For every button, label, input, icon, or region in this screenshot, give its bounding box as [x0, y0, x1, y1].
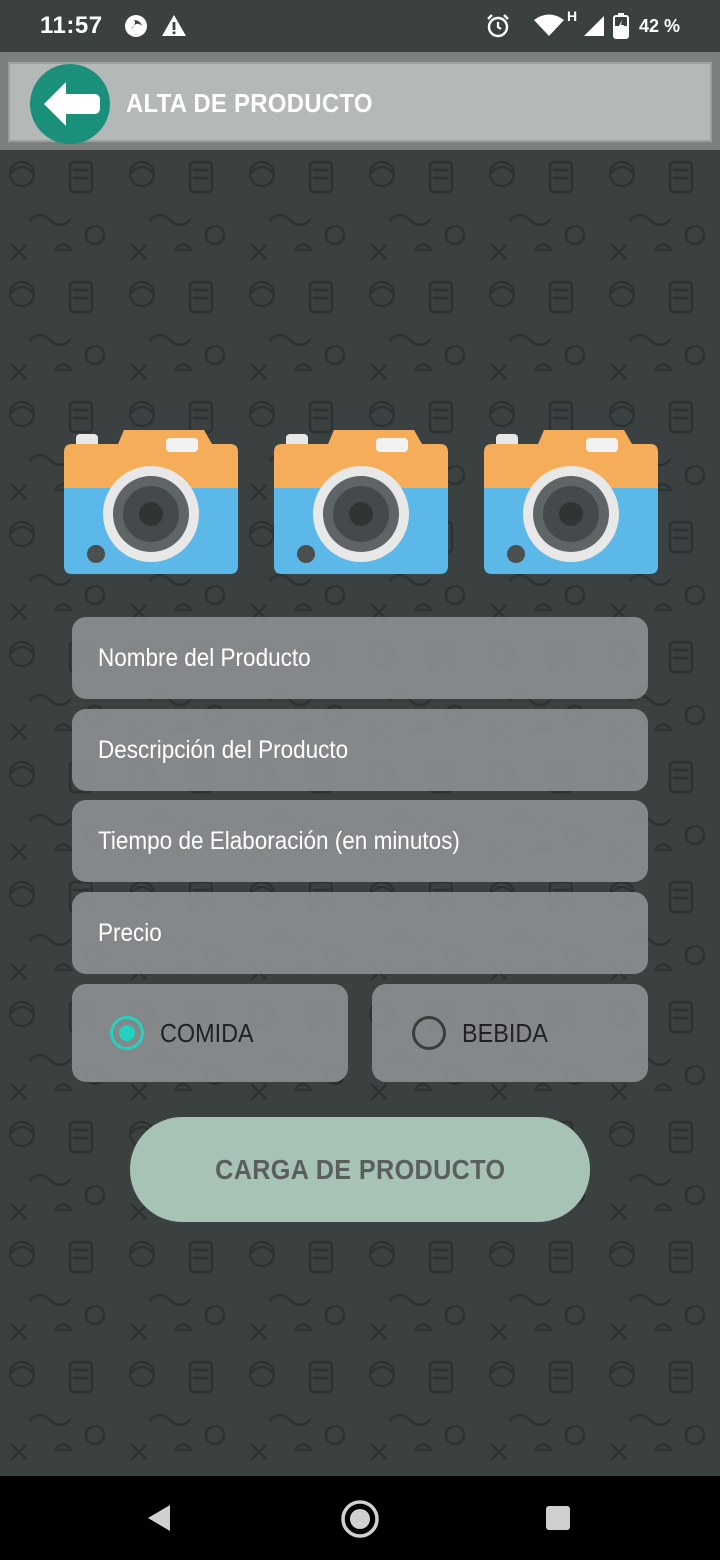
- app-bar-inner: ALTA DE PRODUCTO: [8, 62, 712, 144]
- alarm-icon: [487, 14, 509, 38]
- price-placeholder: Precio: [98, 918, 162, 947]
- status-bar: 11:57 H 42 %: [0, 0, 720, 52]
- camera-icon[interactable]: [272, 428, 450, 576]
- radio-unchecked-icon: [412, 1016, 446, 1050]
- product-name-placeholder: Nombre del Producto: [98, 643, 311, 672]
- back-button[interactable]: [30, 64, 110, 144]
- status-time: 11:57: [40, 12, 103, 39]
- battery-percent: 42 %: [638, 16, 680, 36]
- back-triangle-icon[interactable]: [144, 1502, 174, 1534]
- camera-icon[interactable]: [62, 428, 240, 576]
- product-name-input[interactable]: Nombre del Producto: [72, 617, 648, 699]
- price-input[interactable]: Precio: [72, 892, 648, 974]
- submit-product-label: CARGA DE PRODUCTO: [214, 1153, 506, 1185]
- radio-comida-label: COMIDA: [160, 1017, 254, 1048]
- product-description-input[interactable]: Descripción del Producto: [72, 709, 648, 791]
- product-description-placeholder: Descripción del Producto: [98, 735, 349, 764]
- recents-square-icon[interactable]: [544, 1504, 572, 1532]
- radio-comida[interactable]: COMIDA: [72, 984, 348, 1082]
- network-type-label: H: [567, 8, 578, 24]
- warning-icon: [162, 15, 186, 36]
- radio-bebida[interactable]: BEBIDA: [372, 984, 648, 1082]
- system-nav-bar: [0, 1476, 720, 1560]
- app-bar: ALTA DE PRODUCTO: [0, 52, 720, 150]
- arrow-left-icon: [44, 82, 100, 126]
- preparation-time-input[interactable]: Tiempo de Elaboración (en minutos): [72, 800, 648, 882]
- preparation-time-placeholder: Tiempo de Elaboración (en minutos): [98, 826, 460, 855]
- home-circle-icon[interactable]: [339, 1498, 381, 1540]
- camera-icon[interactable]: [482, 428, 660, 576]
- submit-product-button[interactable]: CARGA DE PRODUCTO: [130, 1117, 590, 1222]
- firefox-icon: [125, 15, 147, 37]
- radio-bebida-label: BEBIDA: [462, 1017, 548, 1048]
- wifi-icon: [534, 14, 564, 36]
- radio-checked-icon: [110, 1016, 144, 1050]
- battery-icon: [613, 13, 629, 39]
- signal-icon: [584, 16, 604, 36]
- page-title: ALTA DE PRODUCTO: [126, 88, 373, 118]
